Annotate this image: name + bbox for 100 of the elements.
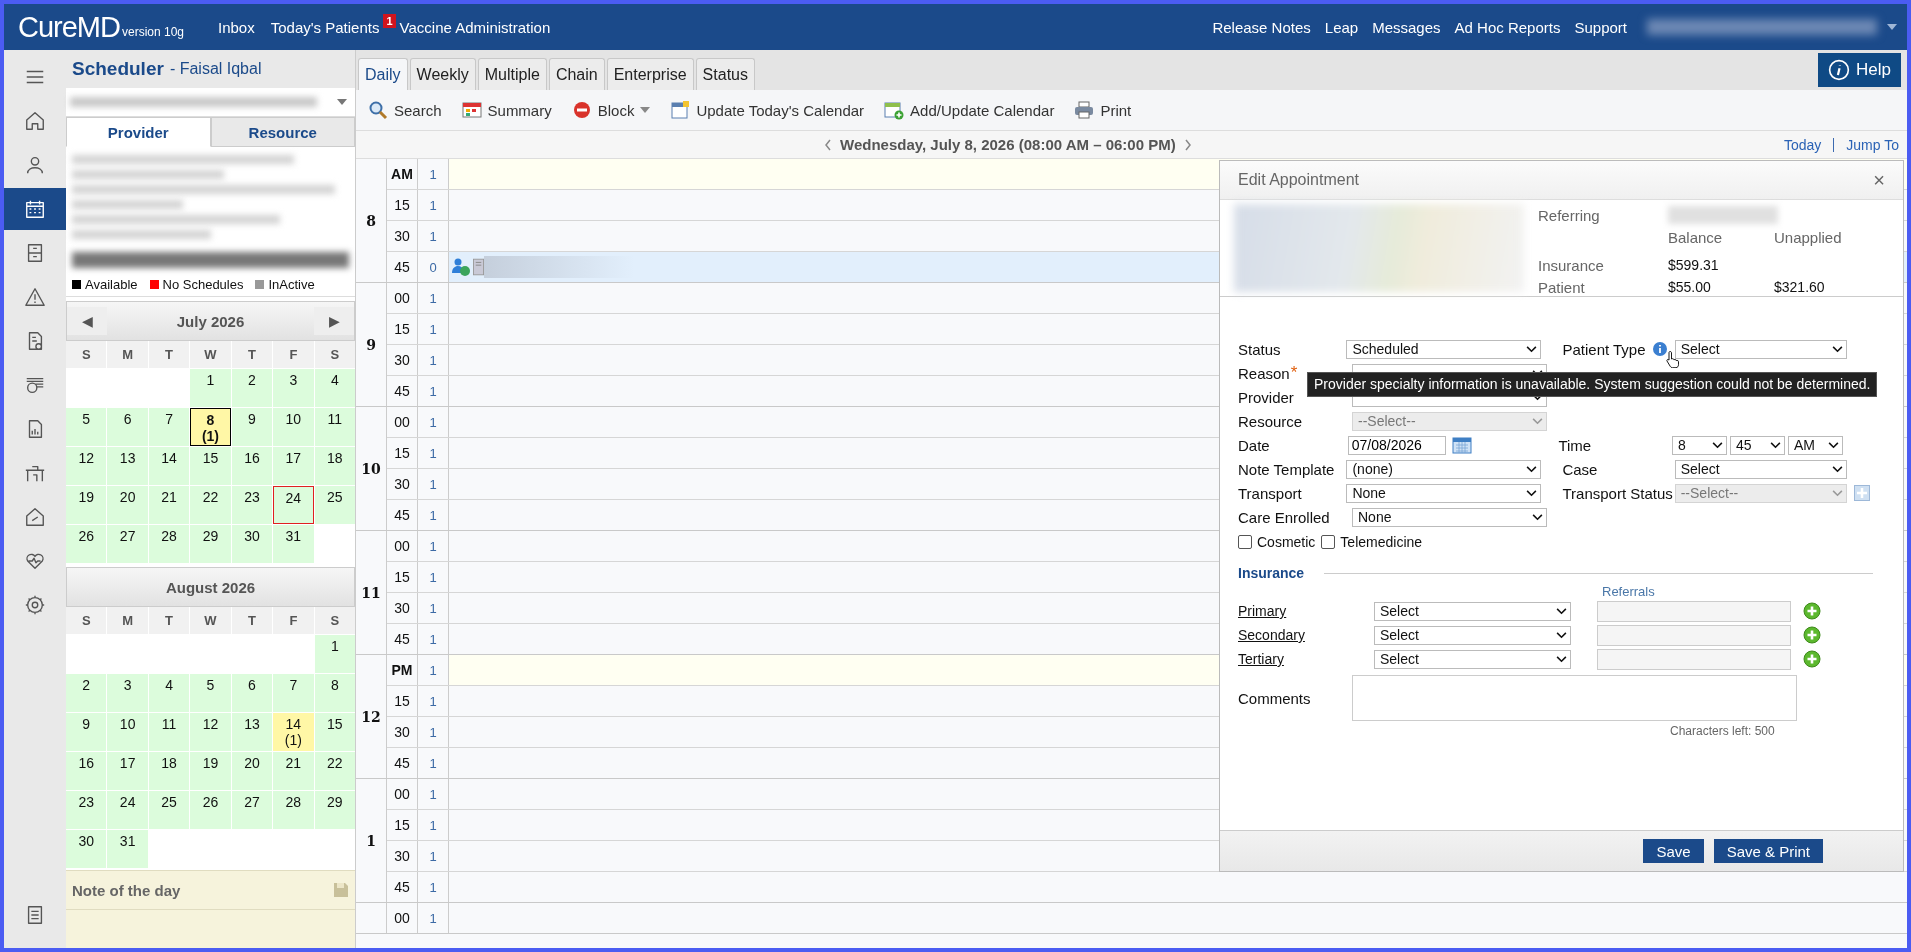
- field-label: Provider: [1238, 388, 1295, 406]
- slot-count: 1: [418, 221, 449, 251]
- minute-cell: 00: [387, 903, 418, 933]
- slot-count: 1: [418, 593, 449, 623]
- field-label: Comments: [1238, 689, 1312, 707]
- legend-label: InActive: [268, 276, 315, 292]
- hour-label: 10: [361, 460, 381, 477]
- minute-cell: 45: [387, 624, 418, 654]
- slot-count: 1: [418, 376, 449, 406]
- field-label: Date: [1238, 436, 1271, 454]
- hour-label: 9: [366, 336, 376, 353]
- minute-cell: 45: [387, 376, 418, 406]
- summary-label: Referring: [1538, 206, 1601, 224]
- weekday-label: T: [231, 341, 273, 368]
- minute-cell: 45: [387, 748, 418, 778]
- field-label: Note Template: [1238, 460, 1336, 478]
- weekday-label: S: [66, 341, 107, 368]
- weekday-label: T: [231, 607, 273, 634]
- minute-cell: 15: [387, 686, 418, 716]
- field-label: Care Enrolled: [1238, 508, 1331, 526]
- minute-cell: 30: [387, 221, 418, 251]
- slot-count: 1: [418, 810, 449, 840]
- slot-count: 1: [418, 531, 449, 561]
- field-label: Transport Status: [1562, 484, 1674, 502]
- field-label: Patient Type: [1562, 340, 1675, 358]
- amount: $599.31: [1668, 257, 1720, 273]
- note-title: Note of the day: [72, 881, 182, 899]
- minute-cell: 30: [387, 469, 418, 499]
- notification-badge: 1: [383, 14, 396, 28]
- month-title: August 2026: [164, 578, 257, 596]
- minute-cell: 15: [387, 190, 418, 220]
- weekday-label: M: [107, 607, 148, 634]
- legend-label: No Schedules: [162, 276, 244, 292]
- minute-cell: PM: [387, 655, 418, 685]
- minute-cell: 00: [387, 283, 418, 313]
- slot-count: 1: [418, 283, 449, 313]
- slot-count: 1: [418, 314, 449, 344]
- field-label: Time: [1558, 436, 1593, 454]
- checkbox-label: Cosmetic: [1257, 534, 1316, 550]
- checkbox-label: Telemedicine: [1340, 534, 1423, 550]
- summary-label: Insurance: [1538, 256, 1605, 274]
- hour-label: 12: [361, 708, 381, 725]
- page-title: Scheduler: [72, 58, 164, 80]
- minute-cell: 00: [387, 531, 418, 561]
- slot-count: 1: [418, 190, 449, 220]
- hour-label: 11: [361, 584, 381, 601]
- minute-cell: 15: [387, 562, 418, 592]
- slot-count: 1: [418, 686, 449, 716]
- weekday-label: F: [273, 341, 314, 368]
- weekday-label: W: [190, 607, 231, 634]
- minute-cell: 45: [387, 500, 418, 530]
- slot-count: 1: [418, 717, 449, 747]
- month-title: July 2026: [175, 312, 246, 330]
- legend-label: Available: [85, 276, 138, 292]
- slot-count: 1: [418, 500, 449, 530]
- minute-cell: 45: [387, 252, 418, 282]
- slot-count: 1: [418, 407, 449, 437]
- minute-cell: 30: [387, 345, 418, 375]
- minute-cell: AM: [387, 159, 418, 189]
- weekday-label: M: [107, 341, 148, 368]
- hour-label: 8: [366, 212, 376, 229]
- slot-count: 1: [418, 841, 449, 871]
- weekday-label: S: [314, 341, 355, 368]
- slot-count: 1: [418, 872, 449, 902]
- slot-count: 1: [418, 469, 449, 499]
- field-label: Reason*: [1238, 363, 1299, 383]
- field-label: Status: [1238, 340, 1282, 358]
- slot-count: 1: [418, 345, 449, 375]
- hour-label: 1: [366, 832, 376, 849]
- characters-left: Characters left: 500: [1670, 724, 1775, 738]
- column-header: Unapplied: [1774, 228, 1843, 246]
- minute-cell: 15: [387, 810, 418, 840]
- section-title: Insurance: [1238, 565, 1305, 581]
- slot-count: 1: [418, 779, 449, 809]
- column-header: Referrals: [1602, 584, 1655, 599]
- minute-cell: 45: [387, 872, 418, 902]
- slot-count: 1: [418, 562, 449, 592]
- weekday-label: F: [273, 607, 314, 634]
- minute-cell: 30: [387, 593, 418, 623]
- slot-count: 1: [418, 903, 449, 933]
- weekday-label: T: [148, 341, 190, 368]
- minute-cell: 30: [387, 717, 418, 747]
- dialog-title: Edit Appointment: [1238, 171, 1359, 189]
- field-label: Resource: [1238, 412, 1304, 430]
- weekday-label: W: [190, 341, 231, 368]
- slot-count: 1: [418, 438, 449, 468]
- summary-label: Patient: [1538, 278, 1586, 296]
- slot-count: 1: [418, 748, 449, 778]
- column-header: Balance: [1668, 228, 1724, 246]
- weekday-label: T: [148, 607, 190, 634]
- tooltip: Provider specialty information is unavailable. System suggestion could not be determined.: [1307, 372, 1878, 397]
- version-label: version 10g: [121, 25, 184, 39]
- minute-cell: 15: [387, 438, 418, 468]
- minute-cell: 00: [387, 779, 418, 809]
- provider-name: - Faisal Iqbal: [169, 60, 262, 78]
- field-label: Transport: [1238, 484, 1303, 502]
- weekday-label: S: [314, 607, 355, 634]
- date-title: Wednesday, July 8, 2026 (08:00 AM – 06:00 PM): [840, 136, 1176, 153]
- slot-count: 1: [418, 624, 449, 654]
- minute-cell: 15: [387, 314, 418, 344]
